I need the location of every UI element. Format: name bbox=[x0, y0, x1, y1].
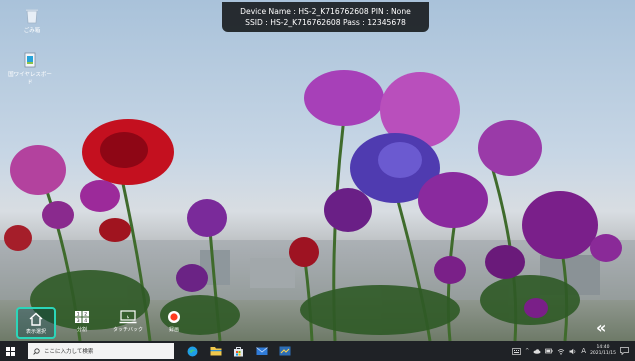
flower-photo bbox=[0, 70, 635, 341]
mail-icon bbox=[255, 347, 268, 355]
ssid-pass-text: SSID : HS-2_K716762608 Pass : 12345678 bbox=[245, 18, 406, 27]
cloud-icon[interactable] bbox=[533, 348, 541, 354]
collapse-toolbar-button[interactable]: « bbox=[596, 318, 606, 337]
taskbar-mail-button[interactable] bbox=[255, 345, 268, 358]
display-select-label: 表示選択 bbox=[25, 329, 46, 335]
notification-icon[interactable] bbox=[620, 347, 629, 355]
svg-text:4: 4 bbox=[84, 318, 87, 324]
double-chevron-left-icon: « bbox=[596, 318, 607, 337]
clock-date: 2021/11/15 bbox=[590, 351, 616, 356]
home-icon bbox=[29, 312, 43, 326]
split-button[interactable]: 1 2 3 4 分割 bbox=[62, 307, 102, 339]
start-button[interactable] bbox=[0, 341, 20, 361]
split-screen-icon: 1 2 3 4 bbox=[75, 311, 89, 324]
touch-back-icon bbox=[119, 310, 137, 324]
split-label: 分割 bbox=[76, 327, 87, 333]
device-name-pin-text: Device Name : HS-2_K716762608 PIN : None bbox=[240, 7, 411, 16]
touch-back-label: タッチバック bbox=[112, 327, 143, 333]
taskbar-store-button[interactable] bbox=[232, 345, 245, 358]
record-icon bbox=[168, 311, 180, 323]
search-placeholder: ここに入力して検索 bbox=[44, 349, 94, 355]
floating-toolbar: 表示選択 1 2 3 4 分割 タッチバック 録画 bbox=[16, 307, 194, 339]
ime-indicator[interactable]: A bbox=[581, 347, 586, 355]
svg-text:3: 3 bbox=[77, 318, 80, 324]
file-explorer-icon bbox=[210, 347, 221, 356]
store-icon bbox=[234, 346, 243, 356]
windows-logo-icon bbox=[5, 346, 15, 356]
connection-info-banner: Device Name : HS-2_K716762608 PIN : None… bbox=[222, 2, 429, 32]
record-label: 録画 bbox=[168, 327, 179, 333]
taskbar-search-box[interactable]: ここに入力して検索 bbox=[28, 343, 174, 359]
battery-icon[interactable] bbox=[545, 348, 553, 354]
desktop-icon-recycle-bin[interactable]: ごみ箱 bbox=[10, 8, 54, 34]
record-button[interactable]: 録画 bbox=[154, 307, 194, 339]
svg-text:1: 1 bbox=[77, 312, 80, 318]
volume-icon[interactable] bbox=[569, 348, 577, 355]
network-icon[interactable] bbox=[557, 348, 565, 355]
taskbar-pinned-apps bbox=[186, 345, 291, 358]
chevron-up-icon[interactable]: ^ bbox=[525, 348, 529, 354]
svg-text:2: 2 bbox=[84, 312, 87, 318]
system-tray: ^ A 14:40 2021/11/15 bbox=[512, 341, 629, 361]
taskbar: ここに入力して検索 ^ A 14:40 2021/11/15 bbox=[0, 341, 635, 361]
taskbar-clock[interactable]: 14:40 2021/11/15 bbox=[590, 345, 616, 357]
recycle-bin-icon bbox=[26, 9, 38, 24]
display-select-button[interactable]: 表示選択 bbox=[16, 307, 56, 339]
taskbar-explorer-button[interactable] bbox=[209, 345, 222, 358]
desktop-wallpaper bbox=[0, 0, 635, 341]
edge-icon bbox=[187, 346, 198, 356]
desktop-icon-wireless-board[interactable]: 国ワイヤレスボード bbox=[8, 52, 52, 86]
wireless-board-app-icon bbox=[24, 52, 36, 68]
wireless-board-label: 国ワイヤレスボード bbox=[8, 72, 52, 86]
taskbar-edge-button[interactable] bbox=[186, 345, 199, 358]
keyboard-icon[interactable] bbox=[512, 347, 521, 355]
taskbar-app-button[interactable] bbox=[278, 345, 291, 358]
recycle-bin-label: ごみ箱 bbox=[23, 28, 41, 34]
touch-back-button[interactable]: タッチバック bbox=[108, 307, 148, 339]
search-icon bbox=[33, 347, 40, 355]
app-icon bbox=[279, 346, 290, 356]
